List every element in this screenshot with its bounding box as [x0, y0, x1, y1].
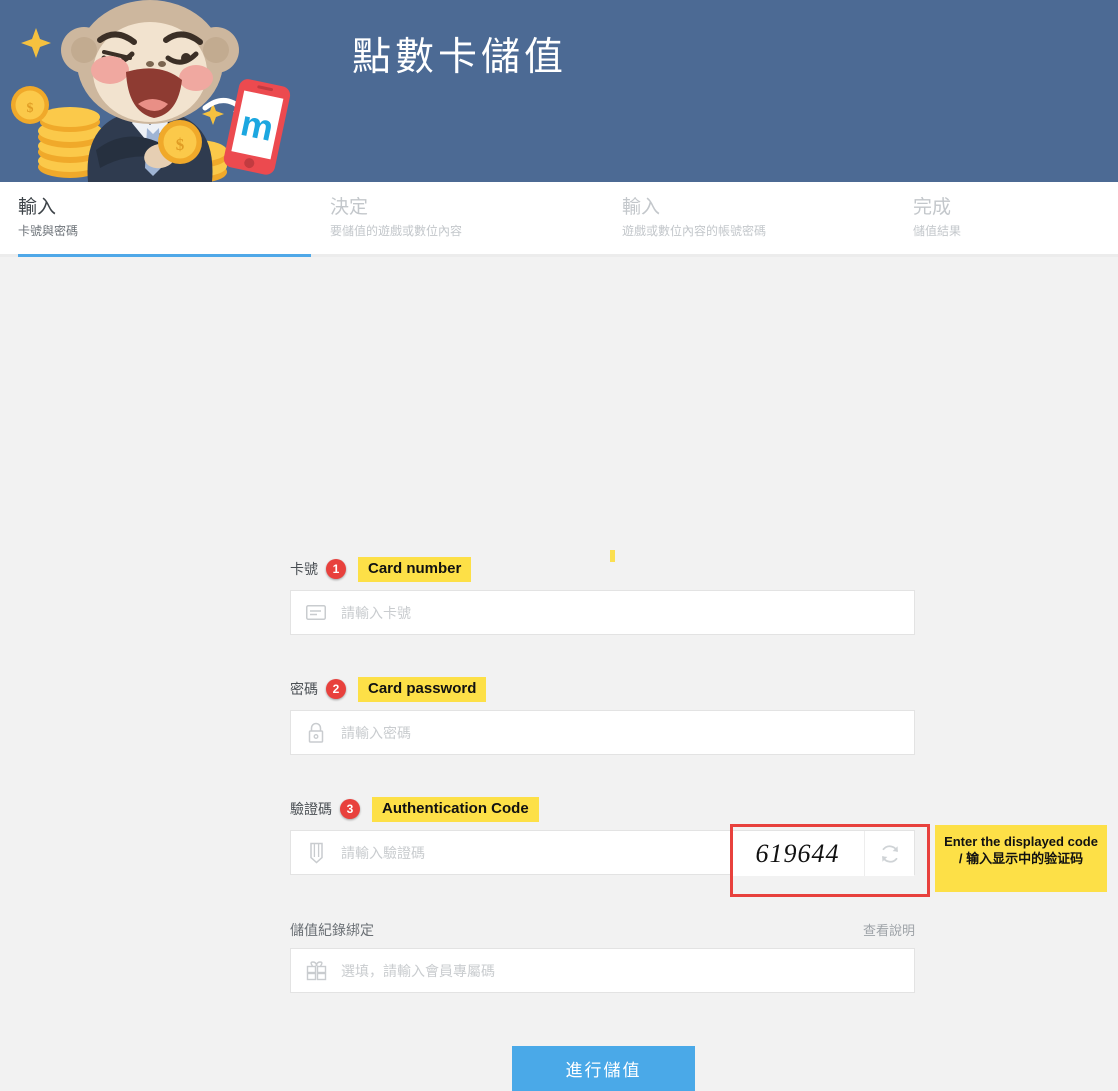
step-item-1[interactable]: 輸入 卡號與密碼 [18, 182, 78, 254]
step-progress-bar: 輸入 卡號與密碼 決定 要儲值的遊戲或數位內容 輸入 遊戲或數位內容的帳號密碼 … [0, 182, 1118, 257]
step-1-title: 輸入 [18, 197, 57, 218]
captcha-instruction-tooltip: Enter the displayed code / 输入显示中的验证码 [935, 825, 1107, 892]
captcha-group: 619644 [730, 831, 914, 876]
field-card-number: 卡號 1 Card number 請輸入卡號 [290, 556, 915, 635]
card-icon [291, 590, 341, 635]
card-password-input[interactable]: 請輸入密碼 [290, 710, 915, 755]
step-3-title: 輸入 [622, 197, 661, 218]
refresh-icon[interactable] [864, 831, 914, 876]
field-record-binding: 儲值紀錄綁定 查看說明 選填，請輸入會員專屬碼 [290, 920, 915, 993]
step-item-4[interactable]: 完成 儲值結果 [913, 182, 961, 254]
step-4-title: 完成 [913, 197, 952, 218]
step-3-subtitle: 遊戲或數位內容的帳號密碼 [622, 224, 767, 238]
card-password-annotation: Card password [358, 676, 487, 702]
step-4-subtitle: 儲值結果 [913, 224, 962, 238]
card-number-annotation: Card number [358, 556, 472, 582]
auth-code-placeholder: 請輸入驗證碼 [341, 844, 425, 861]
card-number-placeholder: 請輸入卡號 [341, 604, 411, 621]
pencil-icon [291, 830, 341, 875]
step-item-2[interactable]: 決定 要儲值的遊戲或數位內容 [330, 182, 462, 254]
card-password-placeholder: 請輸入密碼 [341, 724, 411, 741]
auth-code-label-row: 驗證碼 3 Authentication Code [290, 796, 915, 822]
gift-icon [291, 948, 341, 993]
card-password-label-row: 密碼 2 Card password [290, 676, 915, 702]
card-number-label-row: 卡號 1 Card number [290, 556, 915, 582]
captcha-image-text: 619644 [730, 831, 864, 876]
view-instructions-link[interactable]: 查看說明 [863, 920, 915, 939]
page-title: 點數卡儲值 [352, 36, 568, 79]
auth-code-step-badge: 3 [340, 799, 360, 819]
step-2-title: 決定 [330, 197, 369, 218]
binding-label-row: 儲值紀錄綁定 查看說明 [290, 920, 915, 940]
monkey-mascot-icon: $ $ m [0, 0, 300, 182]
step-2-subtitle: 要儲值的遊戲或數位內容 [330, 224, 463, 238]
step-1-subtitle: 卡號與密碼 [18, 224, 79, 238]
active-step-underline [18, 254, 311, 257]
field-auth-code: 驗證碼 3 Authentication Code 請輸入驗證碼 619644 [290, 796, 915, 876]
card-number-label: 卡號 [290, 561, 318, 577]
card-number-input[interactable]: 請輸入卡號 [290, 590, 915, 635]
lock-icon [291, 710, 341, 755]
field-card-password: 密碼 2 Card password 請輸入密碼 [290, 676, 915, 755]
page-banner: $ $ m 點數卡儲值 [0, 0, 1118, 182]
binding-code-input[interactable]: 選填，請輸入會員專屬碼 [290, 948, 915, 993]
svg-text:$: $ [176, 135, 185, 154]
card-password-step-badge: 2 [326, 679, 346, 699]
auth-code-input[interactable]: 請輸入驗證碼 619644 [290, 830, 915, 876]
auth-code-label: 驗證碼 [290, 801, 332, 817]
card-number-step-badge: 1 [326, 559, 346, 579]
card-password-label: 密碼 [290, 681, 318, 697]
binding-label: 儲值紀錄綁定 [290, 922, 374, 938]
auth-code-annotation: Authentication Code [372, 796, 539, 822]
binding-code-placeholder: 選填，請輸入會員專屬碼 [341, 962, 495, 979]
step-item-3[interactable]: 輸入 遊戲或數位內容的帳號密碼 [622, 182, 766, 254]
submit-recharge-button[interactable]: 進行儲值 [512, 1046, 695, 1091]
svg-text:$: $ [27, 101, 34, 116]
